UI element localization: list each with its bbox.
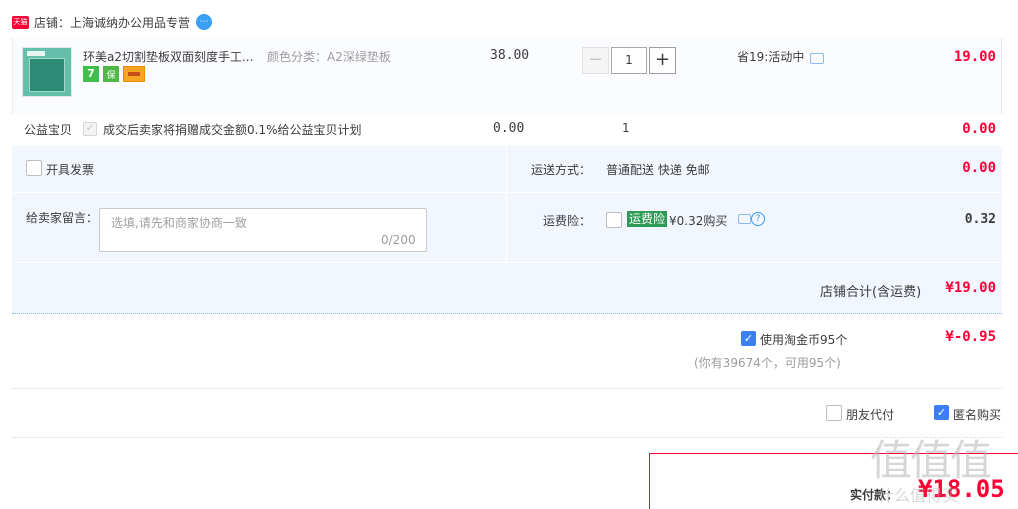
quantity-decrease-button[interactable]: −: [582, 47, 609, 74]
divider: [12, 262, 1002, 263]
insurance-info-icon[interactable]: [738, 214, 751, 224]
charity-checkbox: ✓: [83, 122, 97, 136]
shipping-label: 运送方式：: [531, 163, 592, 177]
message-label: 给卖家留言：: [26, 211, 99, 225]
anonymous-checkbox[interactable]: ✓: [934, 405, 949, 420]
item-sku: 颜色分类：A2深绿垫板: [267, 48, 391, 65]
guarantee-icon[interactable]: 保: [103, 66, 119, 82]
friend-pay-label[interactable]: 朋友代付: [846, 406, 894, 423]
invoice-checkbox[interactable]: [26, 160, 42, 176]
quantity-increase-button[interactable]: +: [649, 47, 676, 74]
seven-day-return-icon[interactable]: 7: [83, 66, 99, 82]
insurance-checkbox[interactable]: [606, 212, 622, 228]
friend-pay-checkbox[interactable]: [826, 405, 842, 421]
shop-total: ¥19.00: [945, 280, 996, 296]
divider: [12, 388, 1002, 389]
invoice-label[interactable]: 开具发票: [46, 161, 94, 178]
sku-label: 颜色分类：: [267, 50, 328, 64]
insurance-label: 运费险：: [543, 214, 592, 228]
thumbnail-mat-graphic: [29, 58, 65, 92]
insurance-price: ¥0.32购买: [669, 214, 728, 228]
charity-qty: 1: [622, 121, 630, 135]
shop-total-label: 店铺合计(含运费): [820, 285, 922, 300]
coins-discount: ¥-0.95: [945, 329, 996, 345]
divider: [12, 437, 1002, 438]
item-subtotal: 19.00: [953, 49, 996, 65]
unit-price: 38.00: [490, 48, 530, 63]
watermark: 值值值: [870, 436, 992, 485]
chat-bubble-icon[interactable]: ⋯: [196, 14, 212, 30]
credit-card-icon[interactable]: [123, 66, 145, 82]
shipping-total: 0.00: [962, 160, 996, 176]
divider: [12, 192, 1002, 193]
charity-total: 0.00: [962, 121, 996, 137]
charity-text: 成交后卖家将捐赠成交金额0.1%给公益宝贝计划: [103, 123, 362, 137]
promotion-text: 省19:活动中: [737, 50, 805, 64]
coins-balance: (你有39674个，可用95个): [694, 356, 841, 370]
insurance-total: 0.32: [964, 212, 996, 227]
coins-checkbox[interactable]: ✓: [741, 331, 756, 346]
sku-value: A2深绿垫板: [327, 50, 391, 64]
thumbnail-label-graphic: [27, 51, 45, 56]
coins-label[interactable]: 使用淘金币95个: [760, 331, 847, 348]
promotion-info-icon[interactable]: [810, 53, 824, 64]
charity-price: 0.00: [493, 121, 525, 136]
message-char-count: 0/200: [381, 233, 416, 247]
watermark-caption: 什么值得买: [878, 486, 959, 505]
charity-label: 公益宝贝: [24, 123, 73, 137]
message-placeholder: 选填,请先和商家协商一致: [111, 216, 247, 230]
divider: [506, 146, 507, 262]
help-icon[interactable]: ?: [751, 212, 765, 226]
item-title-link[interactable]: 环美a2切割垫板双面刻度手工...: [83, 48, 259, 65]
anonymous-label[interactable]: 匿名购买: [953, 406, 1001, 423]
insurance-tag: 运费险: [627, 211, 668, 227]
shipping-method: 普通配送 快递 免邮: [606, 163, 710, 177]
product-thumbnail[interactable]: [22, 47, 72, 97]
quantity-input[interactable]: 1: [611, 47, 647, 74]
shop-name-link[interactable]: 店铺：上海诚纳办公用品专营: [34, 14, 190, 31]
tmall-badge: 天猫: [12, 16, 29, 29]
